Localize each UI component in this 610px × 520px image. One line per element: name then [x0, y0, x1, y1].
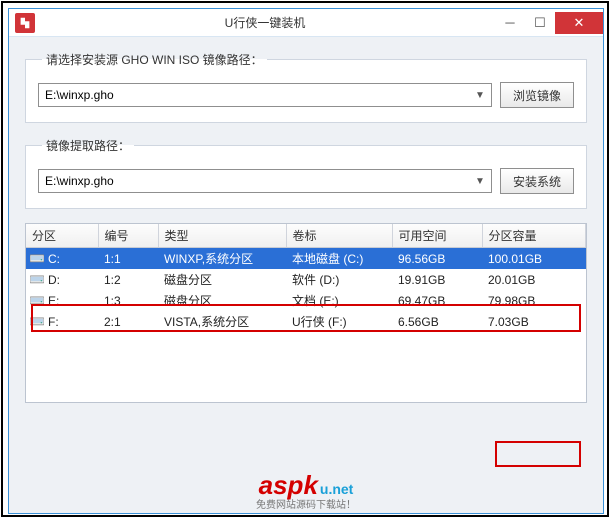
highlight-box-corner — [495, 441, 581, 467]
cell-total: 20.01GB — [482, 269, 586, 290]
app-window: U行侠一键装机 ─ ☐ ✕ 请选择安装源 GHO WIN ISO 镜像路径： E… — [8, 8, 604, 514]
source-legend: 请选择安装源 GHO WIN ISO 镜像路径： — [42, 51, 267, 68]
cell-total: 100.01GB — [482, 248, 586, 270]
watermark-tagline: 免费网站源码下载站！ — [256, 496, 356, 511]
source-path-text: E:\winxp.gho — [45, 88, 471, 102]
extract-path-combo[interactable]: E:\winxp.gho ▼ — [38, 169, 492, 193]
browse-image-button[interactable]: 浏览镜像 — [500, 82, 574, 108]
cell-drive: C: — [48, 252, 60, 266]
cell-type: 磁盘分区 — [158, 290, 286, 311]
cell-num: 1:1 — [98, 248, 158, 270]
cell-total: 79.98GB — [482, 290, 586, 311]
cell-label: 文档 (E:) — [286, 290, 392, 311]
extract-path-text: E:\winxp.gho — [45, 174, 471, 188]
cell-label: U行侠 (F:) — [286, 311, 392, 332]
col-total[interactable]: 分区容量 — [482, 224, 586, 248]
install-system-button[interactable]: 安装系统 — [500, 168, 574, 194]
minimize-button[interactable]: ─ — [495, 12, 525, 34]
cell-drive: E: — [48, 294, 59, 308]
cell-num: 1:2 — [98, 269, 158, 290]
cell-free: 6.56GB — [392, 311, 482, 332]
source-path-combo[interactable]: E:\winxp.gho ▼ — [38, 83, 492, 107]
chevron-down-icon: ▼ — [471, 86, 489, 104]
cell-total: 7.03GB — [482, 311, 586, 332]
cell-drive: F: — [48, 315, 59, 329]
partition-table: 分区 编号 类型 卷标 可用空间 分区容量 C: 1:1WINXP,系统分区本地磁… — [25, 223, 587, 403]
cell-free: 69.47GB — [392, 290, 482, 311]
cell-free: 19.91GB — [392, 269, 482, 290]
maximize-button[interactable]: ☐ — [525, 12, 555, 34]
drive-icon — [30, 294, 44, 308]
drive-icon — [30, 252, 44, 266]
table-header-row: 分区 编号 类型 卷标 可用空间 分区容量 — [26, 224, 586, 248]
chevron-down-icon: ▼ — [471, 172, 489, 190]
cell-type: 磁盘分区 — [158, 269, 286, 290]
drive-icon — [30, 273, 44, 287]
cell-type: WINXP,系统分区 — [158, 248, 286, 270]
col-partition[interactable]: 分区 — [26, 224, 98, 248]
table-row[interactable]: C: 1:1WINXP,系统分区本地磁盘 (C:)96.56GB100.01GB — [26, 248, 586, 270]
cell-num: 1:3 — [98, 290, 158, 311]
col-label[interactable]: 卷标 — [286, 224, 392, 248]
cell-num: 2:1 — [98, 311, 158, 332]
table-row[interactable]: E: 1:3磁盘分区文档 (E:)69.47GB79.98GB — [26, 290, 586, 311]
close-button[interactable]: ✕ — [555, 12, 603, 34]
col-free[interactable]: 可用空间 — [392, 224, 482, 248]
cell-free: 96.56GB — [392, 248, 482, 270]
drive-icon — [30, 315, 44, 329]
table-row[interactable]: D: 1:2磁盘分区软件 (D:)19.91GB20.01GB — [26, 269, 586, 290]
col-type[interactable]: 类型 — [158, 224, 286, 248]
cell-type: VISTA,系统分区 — [158, 311, 286, 332]
cell-label: 软件 (D:) — [286, 269, 392, 290]
cell-drive: D: — [48, 273, 60, 287]
app-icon — [15, 13, 35, 33]
titlebar: U行侠一键装机 ─ ☐ ✕ — [9, 9, 603, 37]
extract-fieldset: 镜像提取路径： E:\winxp.gho ▼ 安装系统 — [25, 137, 587, 209]
col-number[interactable]: 编号 — [98, 224, 158, 248]
window-title: U行侠一键装机 — [35, 14, 495, 31]
extract-legend: 镜像提取路径： — [42, 137, 134, 154]
source-fieldset: 请选择安装源 GHO WIN ISO 镜像路径： E:\winxp.gho ▼ … — [25, 51, 587, 123]
table-row[interactable]: F: 2:1VISTA,系统分区U行侠 (F:)6.56GB7.03GB — [26, 311, 586, 332]
cell-label: 本地磁盘 (C:) — [286, 248, 392, 270]
